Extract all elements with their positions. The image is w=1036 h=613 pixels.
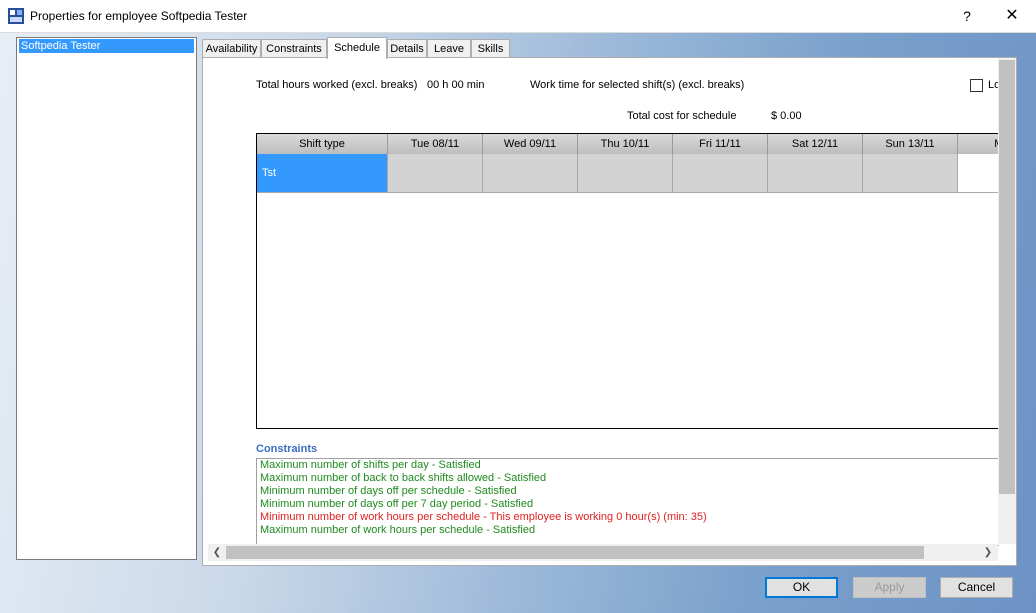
tab-leave[interactable]: Leave: [427, 39, 471, 57]
schedule-panel: Total hours worked (excl. breaks) 00 h 0…: [202, 57, 1017, 566]
cancel-button[interactable]: Cancel: [940, 577, 1013, 598]
scroll-left-icon[interactable]: ❮: [211, 544, 223, 561]
total-hours-value: 00 h 00 min: [427, 79, 485, 91]
constraints-list[interactable]: Maximum number of shifts per day - Satis…: [256, 458, 999, 546]
horizontal-scrollbar[interactable]: ❮ ❯: [208, 544, 998, 561]
col-header-day[interactable]: Tue 08/11: [388, 134, 483, 154]
horizontal-scroll-thumb[interactable]: [226, 546, 924, 559]
shift-type-cell[interactable]: Tst: [257, 154, 388, 193]
total-cost-label: Total cost for schedule: [627, 110, 737, 122]
tab-details[interactable]: Details: [387, 39, 427, 57]
list-item[interactable]: Maximum number of shifts per day - Satis…: [257, 459, 999, 472]
close-button[interactable]: ✕: [995, 4, 1029, 28]
schedule-cell[interactable]: [483, 154, 578, 193]
ok-button[interactable]: OK: [765, 577, 838, 598]
vertical-scroll-thumb[interactable]: [999, 60, 1015, 494]
list-item[interactable]: Minimum number of days off per 7 day per…: [257, 498, 999, 511]
list-item[interactable]: Minimum number of days off per schedule …: [257, 485, 999, 498]
vertical-scrollbar[interactable]: [998, 58, 1016, 544]
col-header-day[interactable]: Fri 11/11: [673, 134, 768, 154]
tab-schedule[interactable]: Schedule: [327, 37, 387, 59]
schedule-grid[interactable]: Shift type Tue 08/11 Wed 09/11 Thu 10/11…: [256, 133, 999, 429]
tab-skills[interactable]: Skills: [471, 39, 510, 57]
scroll-right-icon[interactable]: ❯: [982, 544, 994, 561]
list-item[interactable]: Minimum number of work hours per schedul…: [257, 511, 999, 524]
list-item[interactable]: Maximum number of back to back shifts al…: [257, 472, 999, 485]
lock-checkbox[interactable]: [970, 79, 983, 92]
schedule-cell[interactable]: [768, 154, 863, 193]
col-header-day[interactable]: Sat 12/11: [768, 134, 863, 154]
work-time-label: Work time for selected shift(s) (excl. b…: [530, 79, 745, 91]
grid-header-row: Shift type Tue 08/11 Wed 09/11 Thu 10/11…: [257, 134, 999, 154]
schedule-cell[interactable]: [673, 154, 768, 193]
constraints-title: Constraints: [256, 443, 318, 455]
app-icon: [8, 8, 24, 24]
col-header-day[interactable]: Thu 10/11: [578, 134, 673, 154]
total-cost-value: $ 0.00: [771, 110, 802, 122]
schedule-cell[interactable]: [863, 154, 958, 193]
tab-availability[interactable]: Availability: [202, 39, 261, 57]
title-bar: Properties for employee Softpedia Tester…: [0, 0, 1036, 33]
schedule-cell[interactable]: [578, 154, 673, 193]
employee-list[interactable]: Softpedia Tester: [16, 37, 197, 560]
col-header-day[interactable]: Wed 09/11: [483, 134, 578, 154]
total-hours-label: Total hours worked (excl. breaks): [256, 79, 418, 91]
schedule-cell[interactable]: [958, 154, 999, 193]
col-header-day[interactable]: Mon: [958, 134, 999, 154]
col-header-day[interactable]: Sun 13/11: [863, 134, 958, 154]
col-header-shift-type[interactable]: Shift type: [257, 134, 388, 154]
window-title: Properties for employee Softpedia Tester: [30, 9, 248, 23]
help-button[interactable]: ?: [952, 4, 982, 28]
apply-button[interactable]: Apply: [853, 577, 926, 598]
employee-item-selected[interactable]: Softpedia Tester: [19, 39, 194, 53]
schedule-cell[interactable]: [388, 154, 483, 193]
table-row[interactable]: Tst: [257, 154, 999, 193]
tab-constraints[interactable]: Constraints: [261, 39, 327, 57]
list-item[interactable]: Maximum number of work hours per schedul…: [257, 524, 999, 537]
